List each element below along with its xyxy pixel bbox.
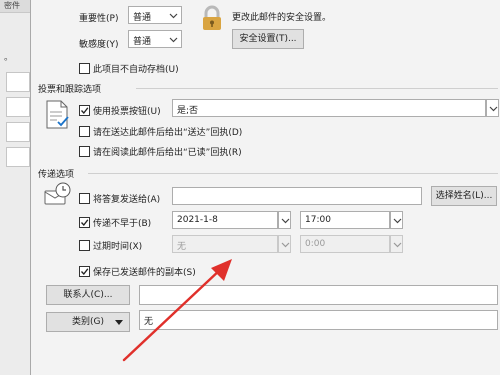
annotation-arrow-icon [122,259,232,362]
